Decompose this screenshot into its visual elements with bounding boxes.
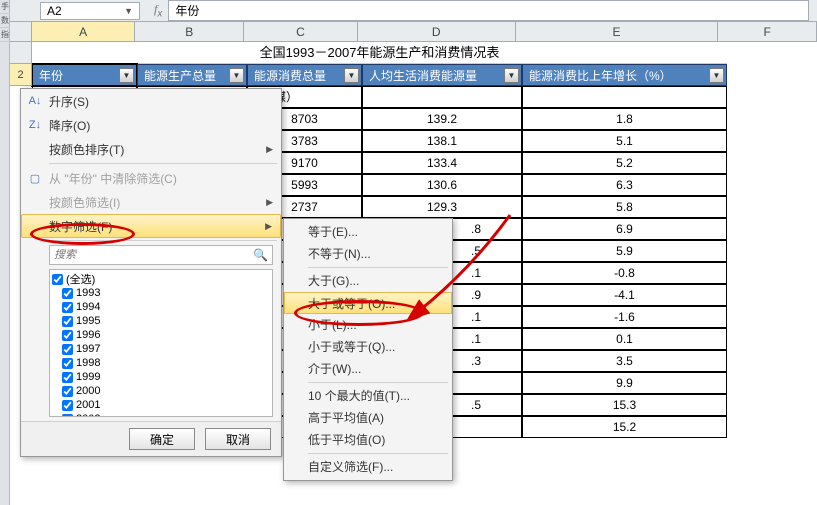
- cell[interactable]: 5.1: [522, 130, 727, 152]
- filter-greater[interactable]: 大于(G)...: [284, 270, 452, 292]
- filter-by-color: 按颜色筛选(I)▶: [21, 190, 281, 214]
- cell[interactable]: 5.9: [522, 240, 727, 262]
- number-filter-submenu: 等于(E)... 不等于(N)... 大于(G)... 大于或等于(O)... …: [283, 218, 453, 481]
- filter-checklist[interactable]: (全选) 19931994199519961997199819992000200…: [49, 269, 273, 417]
- strip-btn-3[interactable]: 指: [0, 28, 10, 42]
- fx-icon[interactable]: fx: [154, 2, 162, 19]
- cell[interactable]: 139.2: [362, 108, 522, 130]
- filter-below-avg[interactable]: 低于平均值(O): [284, 429, 452, 451]
- cell[interactable]: 6.3: [522, 174, 727, 196]
- filter-header-cons[interactable]: 能源消费总量▼: [247, 64, 362, 86]
- cell[interactable]: 0.1: [522, 328, 727, 350]
- filter-greater-equal[interactable]: 大于或等于(O)...: [284, 292, 452, 314]
- search-icon: 🔍: [253, 248, 268, 262]
- ok-button[interactable]: 确定: [129, 428, 195, 450]
- filter-header-growth[interactable]: 能源消费比上年增长（%）▼: [522, 64, 727, 86]
- column-headers: A B C D E F: [10, 22, 817, 42]
- sort-desc-icon: Z↓: [27, 119, 43, 131]
- check-year[interactable]: 2001: [52, 398, 270, 412]
- col-header-C[interactable]: C: [244, 22, 358, 41]
- filter-less[interactable]: 小于(L)...: [284, 314, 452, 336]
- filter-search[interactable]: 🔍: [49, 245, 273, 265]
- cell[interactable]: 6.9: [522, 218, 727, 240]
- check-year[interactable]: 1999: [52, 370, 270, 384]
- filter-header-percap[interactable]: 人均生活消费能源量▼: [362, 64, 522, 86]
- filter-search-input[interactable]: [54, 249, 253, 261]
- check-all[interactable]: (全选): [52, 272, 270, 286]
- name-box[interactable]: A2 ▼: [40, 2, 140, 20]
- formula-input[interactable]: 年份: [168, 0, 809, 21]
- filter-top10[interactable]: 10 个最大的值(T)...: [284, 385, 452, 407]
- cell[interactable]: 133.4: [362, 152, 522, 174]
- sort-by-color[interactable]: 按颜色排序(T)▶: [21, 137, 281, 161]
- sort-desc[interactable]: Z↓降序(O): [21, 113, 281, 137]
- check-year[interactable]: 1994: [52, 300, 270, 314]
- cell[interactable]: -4.1: [522, 284, 727, 306]
- col-header-E[interactable]: E: [516, 22, 718, 41]
- filter-custom[interactable]: 自定义筛选(F)...: [284, 456, 452, 478]
- sort-asc[interactable]: A↓升序(S): [21, 89, 281, 113]
- name-box-value: A2: [47, 4, 62, 18]
- left-panel-strip: 手 数 指: [0, 0, 10, 505]
- check-year[interactable]: 1993: [52, 286, 270, 300]
- filter-dropdown-icon[interactable]: ▼: [119, 68, 134, 83]
- filter-equals[interactable]: 等于(E)...: [284, 221, 452, 243]
- col-header-F[interactable]: F: [718, 22, 817, 41]
- cell[interactable]: 15.2: [522, 416, 727, 438]
- cell[interactable]: 3.5: [522, 350, 727, 372]
- select-all-corner[interactable]: [10, 22, 32, 41]
- check-year[interactable]: 2000: [52, 384, 270, 398]
- filter-dropdown-icon[interactable]: ▼: [344, 68, 359, 83]
- filter-dropdown-icon[interactable]: ▼: [709, 68, 724, 83]
- cell[interactable]: 5.8: [522, 196, 727, 218]
- check-year[interactable]: 1995: [52, 314, 270, 328]
- cell[interactable]: [522, 86, 727, 108]
- chevron-down-icon[interactable]: ▼: [124, 6, 133, 16]
- filter-header-year[interactable]: 年份▼: [32, 64, 137, 86]
- check-year[interactable]: 2002: [52, 412, 270, 417]
- col-header-D[interactable]: D: [358, 22, 516, 41]
- cancel-button[interactable]: 取消: [205, 428, 271, 450]
- filter-above-avg[interactable]: 高于平均值(A): [284, 407, 452, 429]
- chevron-right-icon: ▶: [266, 144, 273, 155]
- filter-less-equal[interactable]: 小于或等于(Q)...: [284, 336, 452, 358]
- cell[interactable]: 9.9: [522, 372, 727, 394]
- col-header-B[interactable]: B: [135, 22, 244, 41]
- number-filter[interactable]: 数字筛选(F)▶: [21, 214, 281, 238]
- autofilter-menu: A↓升序(S) Z↓降序(O) 按颜色排序(T)▶ ▢从 "年份" 中清除筛选(…: [20, 88, 282, 457]
- strip-btn-up[interactable]: 手: [0, 0, 10, 14]
- cell[interactable]: 1.8: [522, 108, 727, 130]
- chevron-right-icon: ▶: [265, 221, 272, 232]
- check-year[interactable]: 1997: [52, 342, 270, 356]
- clear-filter: ▢从 "年份" 中清除筛选(C): [21, 166, 281, 190]
- col-header-A[interactable]: A: [32, 22, 136, 41]
- cell[interactable]: 138.1: [362, 130, 522, 152]
- formula-bar: A2 ▼ fx 年份: [10, 0, 817, 22]
- check-year[interactable]: 1996: [52, 328, 270, 342]
- check-year[interactable]: 1998: [52, 356, 270, 370]
- cell[interactable]: 130.6: [362, 174, 522, 196]
- filter-not-equals[interactable]: 不等于(N)...: [284, 243, 452, 265]
- cell[interactable]: -0.8: [522, 262, 727, 284]
- row-header-blank[interactable]: [10, 42, 32, 64]
- sheet-title[interactable]: 全国1993－2007年能源生产和消费情况表: [32, 42, 727, 64]
- filter-dropdown-icon[interactable]: ▼: [504, 68, 519, 83]
- filter-between[interactable]: 介于(W)...: [284, 358, 452, 380]
- sort-asc-icon: A↓: [27, 95, 43, 107]
- cell[interactable]: -1.6: [522, 306, 727, 328]
- cell[interactable]: [362, 86, 522, 108]
- cell[interactable]: 15.3: [522, 394, 727, 416]
- row-header-2[interactable]: 2: [10, 64, 32, 86]
- cell[interactable]: 5.2: [522, 152, 727, 174]
- filter-header-prod[interactable]: 能源生产总量▼: [137, 64, 247, 86]
- filter-dropdown-icon[interactable]: ▼: [229, 68, 244, 83]
- clear-filter-icon: ▢: [27, 172, 43, 185]
- chevron-right-icon: ▶: [266, 197, 273, 208]
- cell[interactable]: 129.3: [362, 196, 522, 218]
- strip-btn-dn[interactable]: 数: [0, 14, 10, 28]
